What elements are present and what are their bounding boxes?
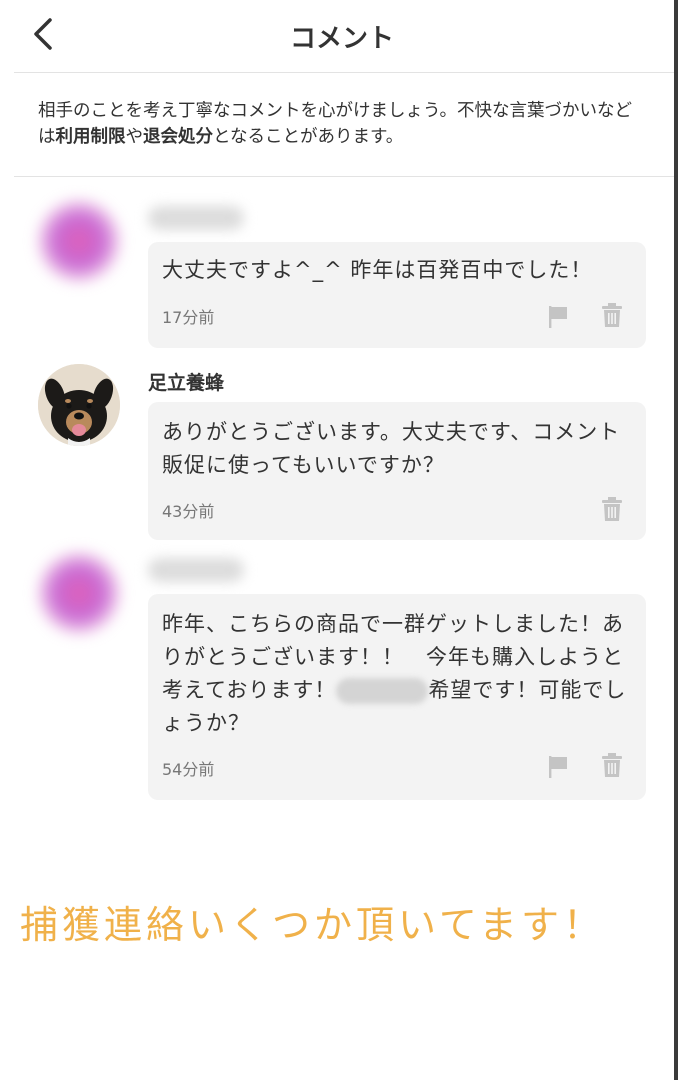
user-name[interactable]: 足立養蜂 [148, 368, 224, 395]
window-edge [674, 0, 678, 1080]
avatar[interactable] [38, 552, 120, 634]
trash-icon[interactable] [600, 752, 624, 778]
page-title: コメント [289, 24, 394, 54]
comment-bubble: 大丈夫ですよ^_^ 昨年は百発百中でした！ 17分前 [148, 242, 646, 348]
comment-guideline-notice: 相手のことを考え丁寧なコメントを心がけましょう。不快な言葉づかいなどは利用制限や… [38, 101, 632, 147]
comment-text: 大丈夫ですよ^_^ 昨年は百発百中でした！ [162, 258, 593, 282]
flag-icon[interactable] [546, 754, 570, 780]
comment-text: 昨年、こちらの商品で一群ゲットしました！ありがとうございます！！ 今年も購入しよ… [162, 612, 627, 735]
comment-time: 17分前 [162, 308, 215, 327]
header-bar: コメント [0, 0, 674, 72]
flag-icon[interactable] [546, 304, 570, 330]
header-divider [14, 72, 674, 73]
user-name-redacted [148, 558, 244, 582]
comment-bubble: ありがとうございます。大丈夫です、コメント販促に使ってもいいですか？ 43分前 [148, 402, 646, 540]
user-name-redacted [148, 206, 244, 230]
comment-time: 54分前 [162, 760, 215, 779]
notice-divider [14, 176, 674, 177]
avatar[interactable] [38, 364, 120, 446]
trash-icon[interactable] [600, 496, 624, 522]
footer-note: 捕獲連絡いくつか頂いてます！ [20, 903, 605, 947]
comment-bubble: 昨年、こちらの商品で一群ゲットしました！ありがとうございます！！ 今年も購入しよ… [148, 594, 646, 800]
redacted-text [336, 678, 429, 704]
comment-text: ありがとうございます。大丈夫です、コメント販促に使ってもいいですか？ [162, 420, 621, 477]
usage-restriction-term: 利用制限 [55, 127, 126, 147]
comment-time: 43分前 [162, 502, 215, 521]
account-suspension-term: 退会処分 [143, 127, 213, 147]
avatar[interactable] [38, 200, 120, 282]
trash-icon[interactable] [600, 302, 624, 328]
